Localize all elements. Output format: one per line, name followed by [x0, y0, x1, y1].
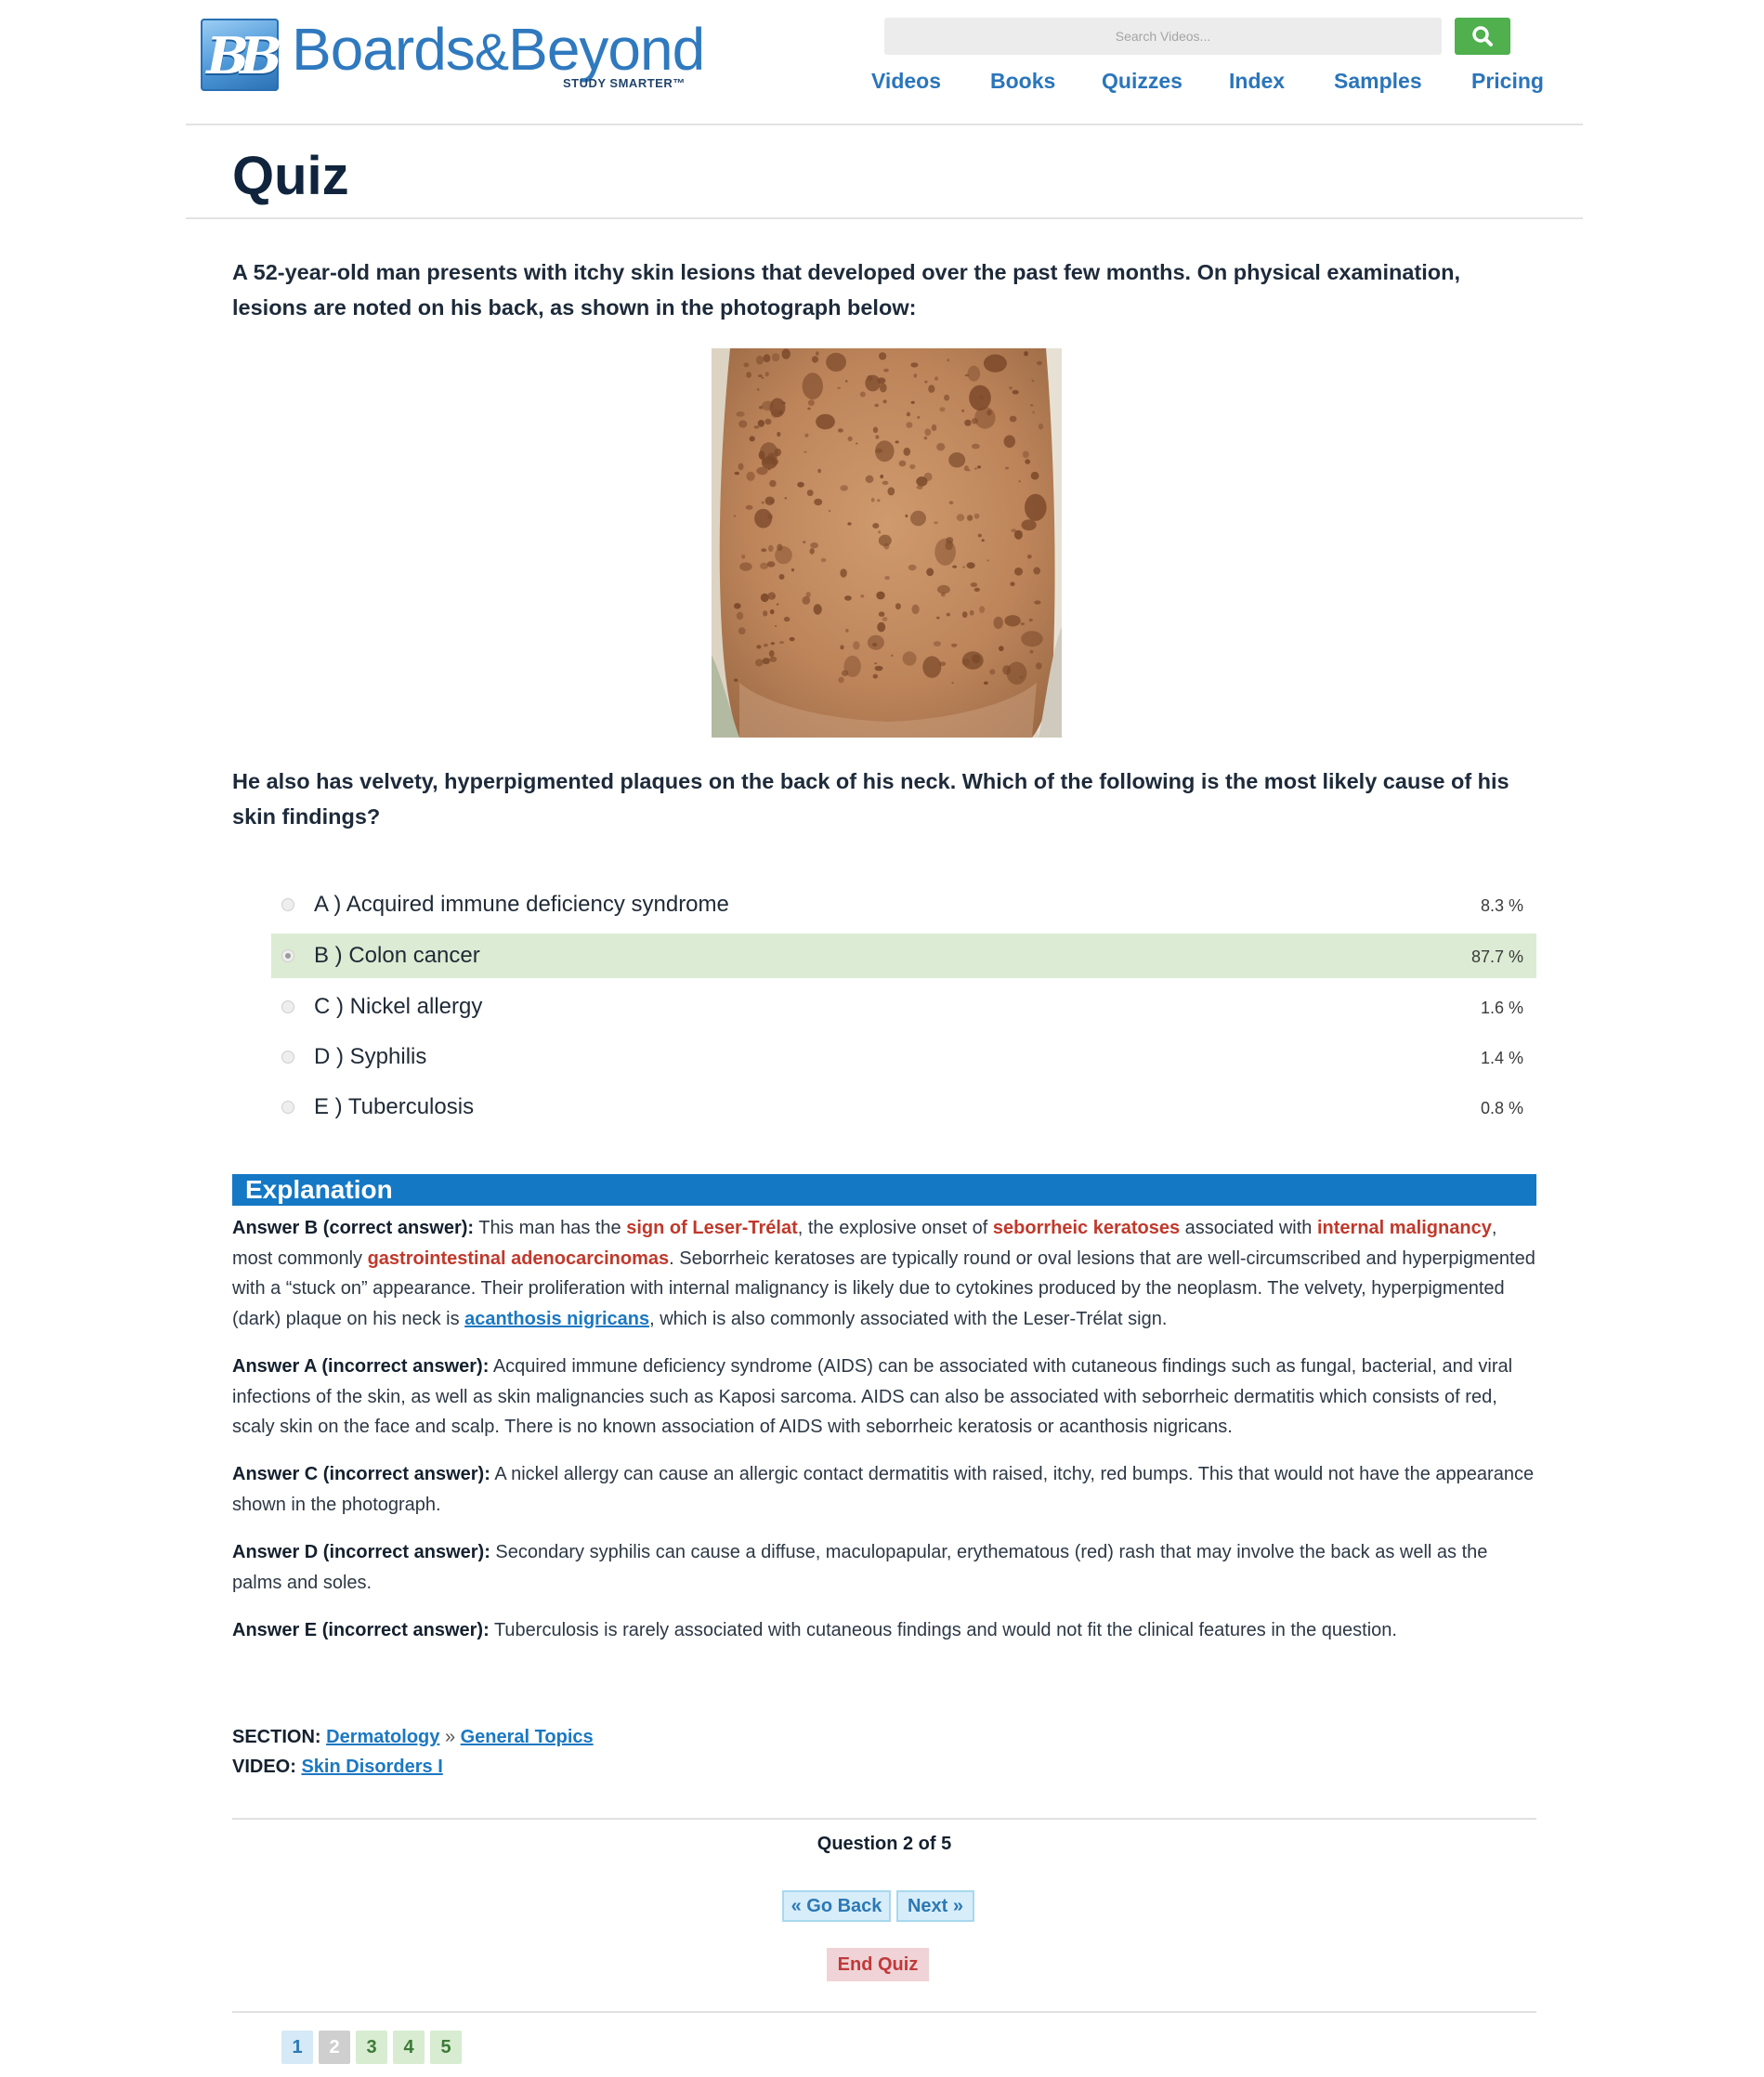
logo-wordmark: Boards&Beyond	[292, 16, 705, 83]
answer-option-d[interactable]: D ) Syphilis 1.4 %	[271, 1035, 1536, 1079]
site-logo[interactable]: BB Boards&Beyond STUDY SMARTER™	[201, 16, 705, 95]
video-link[interactable]: Skin Disorders I	[301, 1757, 442, 1777]
option-label: A ) Acquired immune deficiency syndrome	[314, 892, 729, 917]
end-quiz-button[interactable]: End Quiz	[827, 1948, 929, 1981]
question-counter: Question 2 of 5	[817, 1834, 952, 1854]
nav-samples[interactable]: Samples	[1334, 69, 1422, 94]
topic-link[interactable]: General Topics	[461, 1727, 594, 1747]
highlight-term: sign of Leser-Trélat	[626, 1218, 798, 1238]
logo-tagline: STUDY SMARTER™	[563, 76, 686, 90]
divider	[232, 1818, 1536, 1820]
title-bar: Quiz	[186, 124, 1583, 219]
question-followup: He also has velvety, hyperpigmented plaq…	[232, 769, 1509, 829]
nav-index[interactable]: Index	[1229, 69, 1285, 94]
option-percentage: 1.4 %	[1480, 1049, 1523, 1067]
answer-option-e[interactable]: E ) Tuberculosis 0.8 %	[271, 1085, 1536, 1130]
clinical-photograph	[712, 348, 1062, 738]
nav-quizzes[interactable]: Quizzes	[1102, 69, 1183, 94]
option-percentage: 1.6 %	[1480, 999, 1523, 1017]
highlight-term: seborrheic keratoses	[992, 1218, 1181, 1238]
explanation-title: Explanation	[245, 1175, 393, 1204]
explanation-answer-e: Answer E (incorrect answer): Tuberculosi…	[232, 1620, 1397, 1640]
option-label: D ) Syphilis	[314, 1044, 427, 1069]
site-header: BB Boards&Beyond STUDY SMARTER™ Videos B…	[186, 0, 1583, 125]
explanation-answer-d: Answer D (incorrect answer): Secondary s…	[232, 1542, 1488, 1593]
search-icon	[1472, 26, 1493, 46]
question-stem: A 52-year-old man presents with itchy sk…	[232, 260, 1460, 320]
option-label: B ) Colon cancer	[314, 943, 480, 968]
radio-e[interactable]	[281, 1101, 294, 1114]
explanation-answer-b: Answer B (correct answer): This man has …	[232, 1218, 1535, 1329]
page-title: Quiz	[232, 146, 349, 206]
search-input[interactable]	[884, 18, 1442, 55]
acanthosis-nigricans-link[interactable]: acanthosis nigricans	[464, 1309, 649, 1329]
answer-option-a[interactable]: A ) Acquired immune deficiency syndrome …	[271, 882, 1536, 927]
go-back-button[interactable]: « Go Back	[782, 1890, 891, 1922]
radio-b[interactable]	[281, 949, 294, 962]
nav-books[interactable]: Books	[990, 69, 1055, 94]
search-button[interactable]	[1455, 18, 1510, 55]
nav-pricing[interactable]: Pricing	[1471, 69, 1544, 94]
option-percentage: 8.3 %	[1480, 896, 1523, 915]
explanation-answer-a: Answer A (incorrect answer): Acquired im…	[232, 1356, 1513, 1437]
explanation-answer-c: Answer C (incorrect answer): A nickel al…	[232, 1464, 1535, 1515]
explanation-header: Explanation	[232, 1174, 1536, 1206]
section-link[interactable]: Dermatology	[326, 1727, 439, 1747]
nav-videos[interactable]: Videos	[871, 69, 941, 94]
page-1[interactable]: 1	[281, 2031, 313, 2064]
page-3[interactable]: 3	[356, 2031, 387, 2064]
option-label: C ) Nickel allergy	[314, 994, 483, 1019]
page-2[interactable]: 2	[319, 2031, 350, 2064]
option-label: E ) Tuberculosis	[314, 1094, 475, 1119]
divider	[232, 2011, 1536, 2013]
answer-option-b[interactable]: B ) Colon cancer 87.7 %	[271, 934, 1536, 978]
option-percentage: 87.7 %	[1470, 947, 1523, 966]
page-5[interactable]: 5	[430, 2031, 462, 2064]
option-percentage: 0.8 %	[1480, 1099, 1523, 1117]
radio-d[interactable]	[281, 1051, 294, 1064]
page-4[interactable]: 4	[393, 2031, 425, 2064]
section-line: SECTION: Dermatology » General Topics	[232, 1727, 594, 1747]
radio-a[interactable]	[281, 898, 294, 911]
video-line: VIDEO: Skin Disorders I	[232, 1757, 443, 1777]
logo-mark: BB	[201, 19, 282, 91]
radio-c[interactable]	[281, 1000, 294, 1013]
highlight-term: internal malignancy	[1316, 1218, 1492, 1238]
answer-option-c[interactable]: C ) Nickel allergy 1.6 %	[271, 985, 1536, 1029]
highlight-term: gastrointestinal adenocarcinomas	[367, 1248, 670, 1269]
next-button[interactable]: Next »	[896, 1890, 974, 1922]
